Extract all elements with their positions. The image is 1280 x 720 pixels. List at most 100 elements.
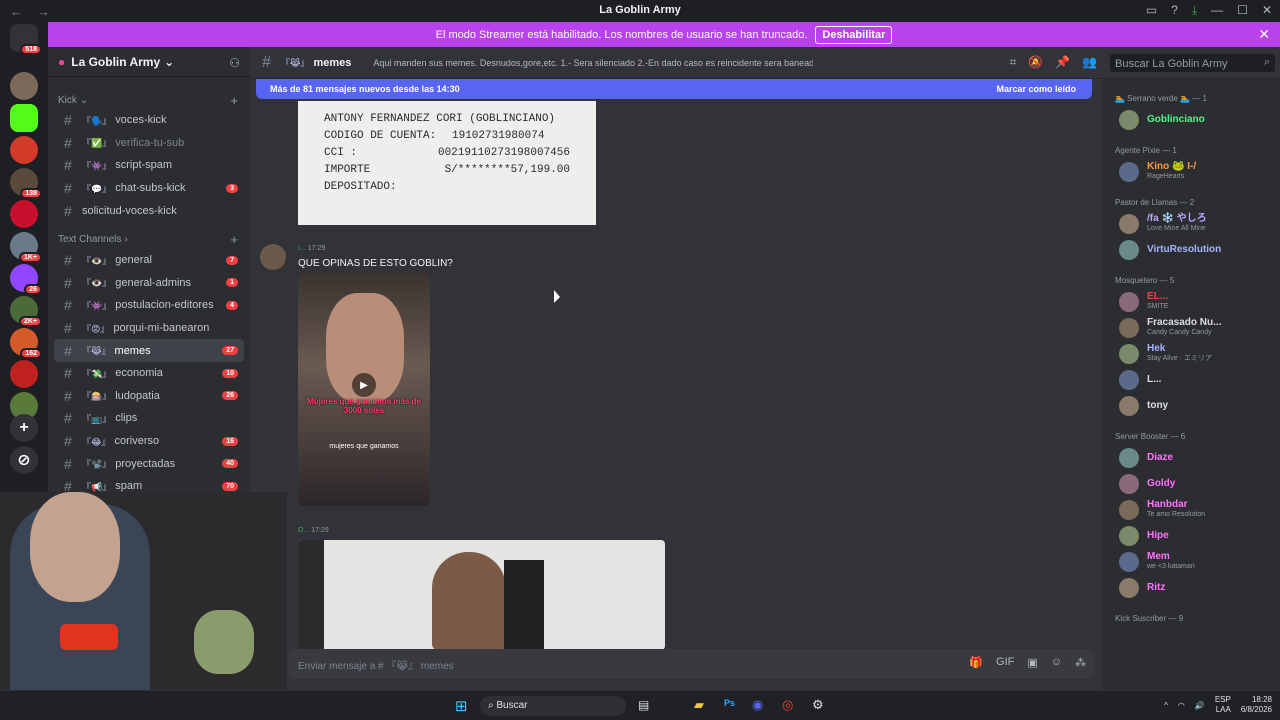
avatar[interactable] [260,244,286,270]
member-item[interactable]: Diaze [1107,445,1276,471]
video-attachment[interactable] [298,540,665,650]
sticker-icon[interactable]: ▣ [1027,656,1037,669]
language-indicator[interactable]: ESP LAA [1215,695,1231,715]
member-item[interactable]: Hek Stay Alive · エミリア [1107,341,1276,367]
channel-ludopatia[interactable]: # 『🎰』 ludopatia 26 [54,385,244,408]
member-item[interactable]: Hipe [1107,523,1276,549]
pin-icon[interactable]: 📌 [1055,55,1070,70]
member-item[interactable]: Fracasado Nu... Candy Candy Candy [1107,315,1276,341]
channel-general-admins[interactable]: # 『👁️』 general-admins 1 [54,272,244,295]
server-icon: ● [58,54,66,69]
close-icon[interactable]: ✕ [1262,3,1272,18]
taskview-icon[interactable]: ▤ [638,698,649,712]
photoshop-icon[interactable]: Ps [724,698,735,708]
video-attachment[interactable]: ▶ Mujeres que ganamos más de 3000 soles … [298,273,430,506]
search-input[interactable]: Buscar La Goblin Army ⌕ [1110,54,1275,72]
gift-icon[interactable]: 🎁 [969,656,983,669]
member-item[interactable]: VirtuResolution [1107,237,1276,263]
channel-proyectadas[interactable]: # 『📽️』 proyectadas 40 [54,452,244,475]
disable-streamer-button[interactable]: Deshabilitar [815,25,893,44]
member-text: L... [1147,375,1161,385]
windows-start-icon[interactable]: ⊞ [455,697,468,715]
server-icon[interactable] [10,104,38,132]
app-icon[interactable]: ⚙ [812,697,824,713]
forward-arrow-icon[interactable]: → [37,4,50,19]
channel-clips[interactable]: # 『📺』 clips [54,407,244,430]
channel-general[interactable]: # 『👁️』 general 7 [54,249,244,272]
server-icon[interactable]: 2K+ [10,296,42,327]
gif-icon[interactable]: GIF [996,656,1014,669]
message-author[interactable]: O... [298,527,309,534]
download-icon[interactable]: ⤓ [1192,3,1197,18]
minimize-icon[interactable]: — [1211,3,1223,18]
maximize-icon[interactable]: ☐ [1237,3,1248,18]
avatar [1119,162,1139,182]
back-arrow-icon[interactable]: ← [10,4,23,19]
member-item[interactable]: tony [1107,393,1276,419]
server-icon[interactable]: 26 [10,264,42,295]
member-item[interactable]: Hanbdar Te amo Resolution [1107,497,1276,523]
server-header[interactable]: ● La Goblin Army ⌄ ⚇ [48,47,250,77]
threads-icon[interactable]: ⌗ [1009,55,1016,70]
chrome-icon[interactable]: ◎ [782,697,793,713]
notification-bell-icon[interactable]: 🔕 [1028,55,1043,70]
server-icon[interactable] [10,72,38,100]
help-icon[interactable]: ? [1171,3,1178,18]
channel-topic[interactable]: Aqui manden sus memes. Desnudos,gore,etc… [373,58,813,68]
apps-icon[interactable]: ⁂ [1075,656,1086,669]
server-icon[interactable] [10,136,38,164]
server-icon[interactable] [10,360,38,388]
channel-emoji: 『🗣️』 [82,115,112,126]
inbox-icon[interactable]: ▭ [1146,3,1157,18]
channel-emoji: 『😂』 [82,436,111,447]
volume-icon[interactable]: 🔊 [1195,701,1205,710]
emoji-icon[interactable]: ☺ [1051,656,1062,669]
add-channel-icon[interactable]: + [230,93,238,108]
message-composer[interactable]: Enviar mensaje a # 『😹』 memes 🎁 GIF ▣ ☺ ⁂ [288,649,1094,679]
category-kick-label: Kick [58,94,77,106]
clock[interactable]: 18:28 6/8/2026 [1241,695,1272,715]
member-status: SMITE [1147,303,1169,310]
channel-porqui-mi-banearon[interactable]: # 『😡』 porqui-mi-banearon [54,317,244,340]
new-messages-bar[interactable]: Más de 81 mensajes nuevos desde las 14:3… [256,79,1092,99]
discover-icon[interactable]: ⊘ [10,446,38,474]
channel-solicitud-voces-kick[interactable]: # solicitud-voces-kick [54,199,244,222]
channel-coriverso[interactable]: # 『😂』 coriverso 16 [54,430,244,453]
member-item[interactable]: EL... SMITE [1107,289,1276,315]
member-item[interactable]: Goblinciano [1107,107,1276,133]
channel-verifica-tu-sub[interactable]: # 『✅』 verifica-tu-sub [54,132,244,155]
channel-postulacion-editores[interactable]: # 『👾』 postulacion-editores 4 [54,294,244,317]
mark-as-read-button[interactable]: Marcar como leído [996,84,1076,94]
member-item[interactable]: Mem we <3 katamari [1107,549,1276,575]
server-icon[interactable] [10,200,38,228]
category-text-channels[interactable]: Text Channels › + [48,231,250,249]
server-icon[interactable]: 1K+ [10,232,42,263]
wifi-icon[interactable]: ◠ [1178,701,1185,710]
play-icon[interactable]: ▶ [352,373,376,397]
channel-script-spam[interactable]: # 『👾』 script-spam [54,154,244,177]
tray-chevron-icon[interactable]: ^ [1164,701,1168,710]
taskbar-search[interactable]: ⌕ Buscar [480,696,626,716]
channel-voces-kick[interactable]: # 『🗣️』 voces-kick [54,109,244,132]
members-icon[interactable]: 👥 [1082,55,1097,70]
server-icon[interactable]: 518 [10,24,42,55]
channel-chat-subs-kick[interactable]: # 『💬』 chat-subs-kick 3 [54,177,244,200]
receipt-image[interactable]: ANTONY FERNANDEZ CORI (GOBLINCIANO) CODI… [298,101,596,225]
folder-icon[interactable]: ▰ [694,697,704,713]
message-author[interactable]: I... [298,245,306,252]
member-item[interactable]: Kino 🐸 I-/RageHearts [1107,159,1276,185]
invite-icon[interactable]: ⚇ [229,56,240,70]
member-item[interactable]: Ritz [1107,575,1276,601]
member-item[interactable]: Goldy [1107,471,1276,497]
category-kick[interactable]: Kick ⌄ + [48,91,250,109]
server-icon[interactable]: 162 [10,328,42,359]
discord-taskbar-icon[interactable]: ◉ [752,697,763,713]
member-item[interactable]: /fa ❄️ やしろ Love Mine All Mine [1107,211,1276,237]
server-icon[interactable]: 138 [10,168,42,199]
member-item[interactable]: L... [1107,367,1276,393]
banner-close-icon[interactable]: ✕ [1258,26,1270,43]
channel-memes[interactable]: # 『😹』 memes 27 [54,339,244,362]
add-server-icon[interactable]: + [10,414,38,442]
channel-economia[interactable]: # 『💸』 economia 10 [54,362,244,385]
add-channel-icon[interactable]: + [230,232,238,247]
